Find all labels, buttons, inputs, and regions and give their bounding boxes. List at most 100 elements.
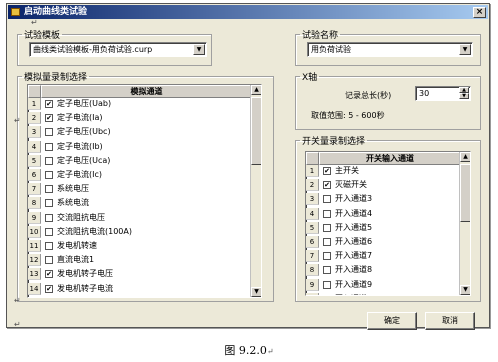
channel-checkbox[interactable] [45, 142, 53, 151]
channel-label: 系统电压 [57, 184, 89, 194]
channel-checkbox[interactable] [323, 294, 331, 295]
channel-checkbox[interactable] [45, 128, 53, 137]
channel-label: 开入通道3 [335, 194, 373, 204]
channel-checkbox[interactable]: ✔ [45, 114, 53, 123]
dialog-window: 启动曲线类试验 × 试验模板 曲线类试验模板-用负荷试验.curp ▼ 试验名称… [6, 3, 490, 330]
chevron-down-icon[interactable]: ▼ [193, 44, 205, 55]
channel-checkbox[interactable]: ✔ [45, 270, 53, 279]
row-number: 12 [28, 254, 41, 267]
table-row[interactable]: 6 定子电流(Ic) [28, 169, 250, 181]
channel-checkbox[interactable] [45, 199, 53, 208]
table-row[interactable]: 2 ✔ 定子电流(Ia) [28, 112, 250, 125]
channel-checkbox[interactable] [45, 213, 53, 222]
channel-label: 开入通道5 [335, 222, 373, 232]
table-row[interactable]: 14 ✔ 发电机转子电流 [28, 282, 250, 295]
table-row[interactable]: 2 ✔ 灭磁开关 [306, 179, 459, 192]
return-mark: ↵ [266, 347, 274, 356]
row-number: 6 [306, 236, 319, 248]
spin-down-icon[interactable]: ▼ [459, 93, 469, 99]
cancel-button[interactable]: 取消 [425, 312, 475, 330]
channel-checkbox[interactable] [45, 185, 53, 194]
chevron-down-icon[interactable]: ▼ [459, 44, 471, 55]
scroll-up-icon[interactable]: ▲ [251, 85, 261, 95]
table-row[interactable]: 7 开入通道7 [306, 250, 459, 263]
table-row[interactable]: 7 系统电压 [28, 183, 250, 196]
table-row[interactable]: 12 直流电流1 [28, 254, 250, 267]
channel-checkbox[interactable]: ✔ [45, 100, 53, 108]
scroll-up-icon[interactable]: ▲ [460, 152, 470, 162]
channel-checkbox[interactable] [323, 252, 331, 261]
channel-checkbox[interactable] [45, 171, 53, 179]
table-row[interactable]: 11 发电机转速 [28, 240, 250, 252]
table-row[interactable]: 10 交流阻抗电流(100A) [28, 225, 250, 238]
table-row[interactable]: 9 交流阻抗电压 [28, 211, 250, 224]
table-row[interactable]: 13 ✔ 发电机转子电压 [28, 268, 250, 281]
channel-checkbox[interactable] [45, 156, 53, 165]
table-row[interactable]: 8 系统电流 [28, 197, 250, 210]
row-number: 3 [28, 126, 41, 139]
template-select[interactable]: 曲线类试验模板-用负荷试验.curp ▼ [29, 42, 207, 57]
record-length-spinner[interactable]: 30 ▲ ▼ [415, 86, 471, 101]
close-button[interactable]: × [473, 7, 486, 18]
scroll-thumb[interactable] [460, 164, 470, 222]
channel-checkbox[interactable] [45, 256, 53, 265]
table-row[interactable]: 8 开入通道8 [306, 264, 459, 277]
channel-label: 开入通道10 [335, 293, 377, 295]
title-bar: 启动曲线类试验 × [8, 5, 488, 19]
table-row[interactable]: 10 开入通道10 [306, 292, 459, 295]
channel-label: 开入通道8 [335, 265, 373, 275]
channel-checkbox[interactable] [323, 280, 331, 289]
analog-scrollbar[interactable]: ▲ ▼ [250, 85, 261, 297]
channel-checkbox[interactable] [323, 209, 331, 218]
channel-checkbox[interactable] [323, 195, 331, 204]
row-number: 10 [306, 292, 319, 295]
row-number: 2 [306, 179, 319, 192]
row-number: 8 [28, 197, 41, 210]
channel-checkbox[interactable]: ✔ [323, 167, 331, 175]
table-row[interactable]: 1 ✔ 定子电压(Uab) [28, 98, 250, 110]
scroll-thumb[interactable] [251, 97, 261, 165]
channel-checkbox[interactable] [45, 242, 53, 250]
channel-checkbox[interactable] [323, 266, 331, 275]
scroll-down-icon[interactable]: ▼ [460, 285, 470, 295]
row-number: 6 [28, 169, 41, 181]
table-row[interactable]: 5 定子电压(Uca) [28, 154, 250, 167]
channel-checkbox[interactable] [323, 238, 331, 246]
channel-checkbox[interactable] [45, 227, 53, 236]
x-axis-legend: X轴 [302, 73, 318, 83]
switch-scrollbar[interactable]: ▲ ▼ [459, 152, 470, 295]
ok-button[interactable]: 确定 [367, 312, 417, 330]
table-row[interactable]: 4 定子电流(Ib) [28, 140, 250, 153]
row-number: 5 [306, 221, 319, 234]
row-number: 4 [306, 207, 319, 220]
row-number-header [28, 85, 41, 98]
channel-checkbox[interactable] [323, 223, 331, 232]
test-name-select[interactable]: 用负荷试验 ▼ [307, 42, 473, 57]
channel-label: 直流电流1 [57, 255, 95, 265]
value-range-text: 取值范围: 5 - 600秒 [311, 111, 385, 120]
table-row[interactable]: 6 开入通道6 [306, 236, 459, 248]
channel-checkbox[interactable]: ✔ [323, 181, 331, 190]
row-number: 5 [28, 154, 41, 167]
analog-header: 模拟通道 [41, 85, 252, 98]
row-number: 4 [28, 140, 41, 153]
channel-label: 定子电流(Ic) [57, 170, 102, 179]
table-row[interactable]: 4 开入通道4 [306, 207, 459, 220]
channel-label: 灭磁开关 [335, 180, 367, 190]
table-row[interactable]: 5 开入通道5 [306, 221, 459, 234]
analog-channel-table: 模拟通道 1 ✔ 定子电压(Uab) 2 ✔ 定子电流(Ia) 3 定子电压(Ubc) 4 定子电… [27, 84, 262, 298]
table-row[interactable]: 3 定子电压(Ubc) [28, 126, 250, 139]
table-row[interactable]: 3 开入通道3 [306, 193, 459, 206]
template-legend: 试验模板 [24, 31, 61, 41]
return-mark: ↵ [31, 18, 38, 27]
switch-legend: 开关量录制选择 [302, 137, 366, 147]
scroll-down-icon[interactable]: ▼ [251, 287, 261, 297]
table-row[interactable]: 9 开入通道9 [306, 278, 459, 291]
table-row[interactable]: 1 ✔ 主开关 [306, 165, 459, 177]
switch-header: 开关输入通道 [319, 152, 461, 165]
channel-label: 交流阻抗电流(100A) [57, 226, 132, 236]
row-number: 8 [306, 264, 319, 277]
channel-checkbox[interactable]: ✔ [45, 284, 53, 293]
row-number: 13 [28, 268, 41, 281]
caption-text: 图 9.2.0 [224, 344, 267, 357]
